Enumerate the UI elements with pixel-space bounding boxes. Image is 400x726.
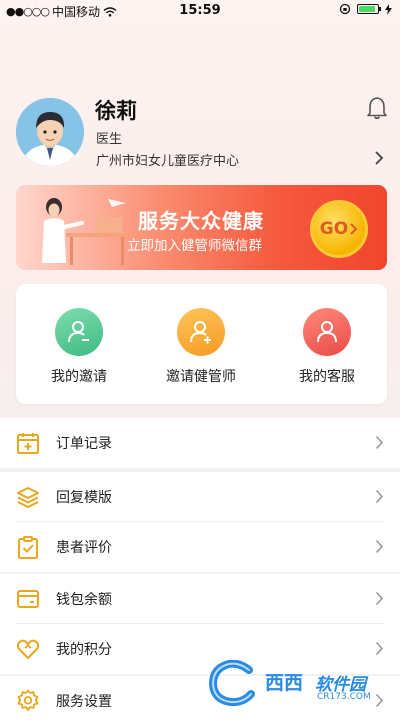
menu-label: 服务设置 bbox=[56, 694, 112, 710]
menu-label: 钱包余额 bbox=[56, 592, 112, 608]
wallet-icon bbox=[17, 590, 39, 608]
chevron-right-icon bbox=[375, 435, 384, 450]
user-add-icon bbox=[177, 308, 225, 356]
user-invite-icon bbox=[55, 308, 103, 356]
quick-actions-card: 我的邀请 邀请健管师 我的客服 bbox=[16, 284, 387, 404]
user-name: 徐莉 bbox=[95, 99, 137, 123]
menu-group-wallet: 钱包余额 我的积分 bbox=[0, 574, 400, 674]
watermark-logo: 西西 软件园 CR173.COM bbox=[205, 660, 385, 708]
battery-icon bbox=[357, 4, 381, 14]
chevron-right-icon bbox=[375, 591, 384, 606]
action-label: 我的客服 bbox=[299, 369, 355, 385]
go-button[interactable]: GO bbox=[310, 200, 368, 258]
hospital-name[interactable]: 广州市妇女儿童医疗中心 bbox=[96, 150, 239, 169]
avatar[interactable] bbox=[16, 98, 84, 166]
menu-item-reply-templates[interactable]: 回复模版 bbox=[0, 472, 400, 522]
menu-group-replies: 回复模版 患者评价 bbox=[0, 472, 400, 572]
menu-label: 我的积分 bbox=[56, 642, 112, 658]
menu-item-orders[interactable]: 订单记录 bbox=[0, 418, 400, 468]
bell-icon[interactable] bbox=[366, 96, 388, 120]
doctor-avatar-icon bbox=[16, 98, 84, 166]
menu-label: 订单记录 bbox=[56, 436, 112, 452]
orientation-lock-icon bbox=[339, 3, 351, 15]
banner-subtitle: 立即加入健管师微信群 bbox=[127, 238, 262, 254]
desk-illustration-icon bbox=[42, 198, 128, 265]
my-customer-service-button[interactable]: 我的客服 bbox=[272, 308, 382, 386]
layers-icon bbox=[17, 487, 39, 508]
user-support-icon bbox=[303, 308, 351, 356]
calendar-add-icon bbox=[17, 433, 39, 454]
gear-icon bbox=[17, 689, 39, 711]
promo-banner[interactable]: 服务大众健康 立即加入健管师微信群 GO bbox=[16, 185, 387, 270]
chevron-right-icon bbox=[375, 539, 384, 554]
watermark-c-icon bbox=[208, 660, 255, 706]
watermark-text: 西西 bbox=[265, 672, 304, 694]
menu-item-patient-reviews[interactable]: 患者评价 bbox=[0, 522, 400, 572]
menu-item-wallet-balance[interactable]: 钱包余额 bbox=[0, 574, 400, 624]
action-label: 我的邀请 bbox=[51, 369, 107, 385]
chevron-right-icon[interactable] bbox=[374, 150, 384, 166]
banner-title: 服务大众健康 bbox=[138, 209, 264, 233]
chevron-right-icon bbox=[375, 489, 384, 504]
status-bar: ●●○○○ 中国移动 15:59 bbox=[0, 0, 400, 22]
chevron-right-icon bbox=[375, 641, 384, 656]
go-label: GO bbox=[319, 219, 349, 239]
user-role: 医生 bbox=[96, 132, 123, 147]
my-invitations-button[interactable]: 我的邀请 bbox=[24, 308, 134, 386]
menu-label: 回复模版 bbox=[56, 490, 112, 506]
menu-group-orders: 订单记录 bbox=[0, 418, 400, 468]
charging-icon bbox=[385, 3, 392, 15]
invite-health-manager-button[interactable]: 邀请健管师 bbox=[146, 308, 256, 386]
watermark-url: CR173.COM bbox=[317, 692, 371, 702]
clipboard-check-icon bbox=[18, 536, 38, 559]
heart-icon bbox=[16, 639, 40, 659]
action-label: 邀请健管师 bbox=[166, 369, 236, 385]
arrow-right-icon bbox=[350, 223, 358, 235]
menu-label: 患者评价 bbox=[56, 540, 112, 556]
